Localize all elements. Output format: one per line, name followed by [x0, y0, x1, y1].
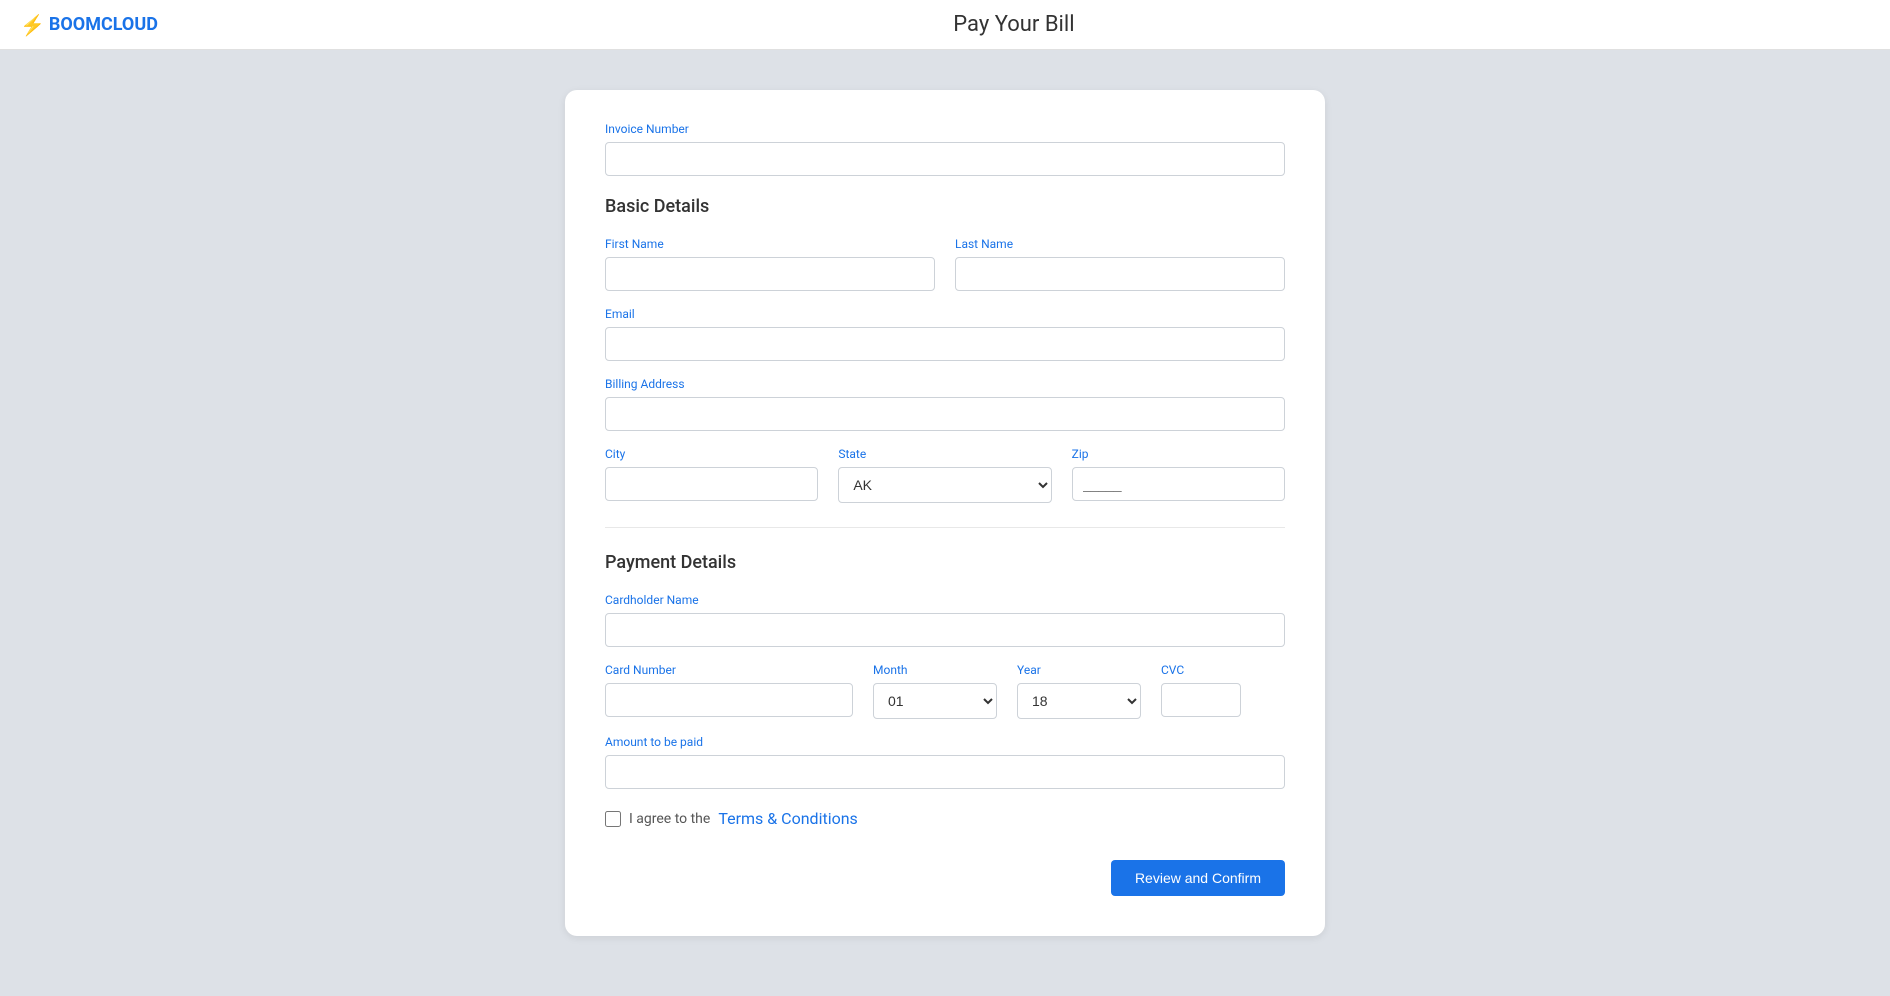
city-input[interactable] [605, 467, 818, 501]
year-group: Year 18 19 20 21 22 23 24 25 26 27 28 [1017, 663, 1141, 719]
month-label: Month [873, 663, 997, 677]
amount-group: Amount to be paid [605, 735, 1285, 789]
state-label: State [838, 447, 1051, 461]
email-group: Email [605, 307, 1285, 361]
state-group: State AK AL AZ AR CA CO CT DE FL GA HI I… [838, 447, 1051, 503]
logo-text: BOOMCLOUD [49, 14, 158, 35]
zip-label: Zip [1072, 447, 1285, 461]
amount-input[interactable] [605, 755, 1285, 789]
invoice-number-input[interactable] [605, 142, 1285, 176]
month-select[interactable]: 01 02 03 04 05 06 07 08 09 10 11 12 [873, 683, 997, 719]
button-row: Review and Confirm [605, 860, 1285, 896]
terms-link[interactable]: Terms & Conditions [718, 809, 858, 828]
page-title: Pay Your Bill [158, 12, 1870, 37]
year-label: Year [1017, 663, 1141, 677]
month-group: Month 01 02 03 04 05 06 07 08 09 10 11 1… [873, 663, 997, 719]
first-name-group: First Name [605, 237, 935, 291]
cardholder-name-input[interactable] [605, 613, 1285, 647]
cvc-label: CVC [1161, 663, 1285, 677]
terms-row: I agree to the Terms & Conditions [605, 809, 1285, 828]
name-row: First Name Last Name [605, 237, 1285, 291]
billing-address-group: Billing Address [605, 377, 1285, 431]
invoice-number-label: Invoice Number [605, 122, 1285, 136]
cardholder-name-label: Cardholder Name [605, 593, 1285, 607]
state-select[interactable]: AK AL AZ AR CA CO CT DE FL GA HI ID IL I… [838, 467, 1051, 503]
basic-details-title: Basic Details [605, 196, 1285, 217]
email-label: Email [605, 307, 1285, 321]
last-name-group: Last Name [955, 237, 1285, 291]
main-content: Invoice Number Basic Details First Name … [0, 50, 1890, 996]
first-name-label: First Name [605, 237, 935, 251]
email-input[interactable] [605, 327, 1285, 361]
city-group: City [605, 447, 818, 503]
terms-checkbox[interactable] [605, 811, 621, 827]
invoice-number-group: Invoice Number [605, 122, 1285, 196]
cardholder-name-group: Cardholder Name [605, 593, 1285, 647]
zip-input[interactable] [1072, 467, 1285, 501]
last-name-label: Last Name [955, 237, 1285, 251]
section-divider [605, 527, 1285, 528]
card-number-input[interactable] [605, 683, 853, 717]
payment-details-title: Payment Details [605, 552, 1285, 573]
year-select[interactable]: 18 19 20 21 22 23 24 25 26 27 28 [1017, 683, 1141, 719]
review-confirm-button[interactable]: Review and Confirm [1111, 860, 1285, 896]
amount-label: Amount to be paid [605, 735, 1285, 749]
billing-address-input[interactable] [605, 397, 1285, 431]
cvc-input[interactable] [1161, 683, 1241, 717]
city-state-zip-row: City State AK AL AZ AR CA CO CT DE FL GA… [605, 447, 1285, 503]
logo[interactable]: ⚡ BOOMCLOUD [20, 13, 158, 37]
zip-group: Zip [1072, 447, 1285, 503]
card-details-row: Card Number Month 01 02 03 04 05 06 07 0… [605, 663, 1285, 719]
card-number-group: Card Number [605, 663, 853, 719]
city-label: City [605, 447, 818, 461]
last-name-input[interactable] [955, 257, 1285, 291]
first-name-input[interactable] [605, 257, 935, 291]
header: ⚡ BOOMCLOUD Pay Your Bill [0, 0, 1890, 50]
billing-address-label: Billing Address [605, 377, 1285, 391]
cvc-group: CVC [1161, 663, 1285, 719]
card-number-label: Card Number [605, 663, 853, 677]
bolt-icon: ⚡ [20, 13, 45, 37]
form-card: Invoice Number Basic Details First Name … [565, 90, 1325, 936]
terms-text: I agree to the [629, 811, 710, 827]
